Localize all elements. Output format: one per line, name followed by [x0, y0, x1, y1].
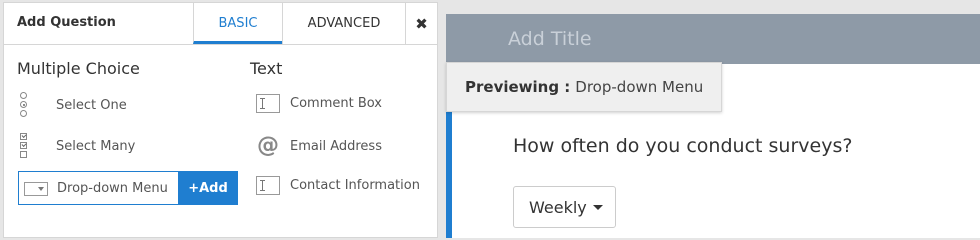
previewing-value: Drop-down Menu: [575, 78, 704, 96]
previewing-label: Previewing :: [465, 78, 571, 96]
option-label: Drop-down Menu: [57, 181, 168, 196]
caret-down-icon: [592, 204, 603, 210]
panel-header: Add Question BASIC ADVANCED ✖: [4, 3, 437, 45]
add-button[interactable]: +Add: [178, 171, 238, 205]
close-icon[interactable]: ✖: [405, 3, 437, 44]
option-dropdown-menu[interactable]: Drop-down Menu +Add: [18, 171, 238, 205]
answer-dropdown[interactable]: Weekly: [513, 186, 616, 228]
contact-icon: [256, 176, 280, 195]
survey-title-bar[interactable]: Add Title: [446, 14, 980, 64]
dropdown-selected-value: Weekly: [529, 197, 587, 217]
panel-title: Add Question: [17, 15, 116, 30]
text-heading: Text: [250, 59, 283, 78]
option-label: Select One: [56, 97, 127, 113]
previewing-badge: Previewing : Drop-down Menu: [446, 62, 722, 112]
survey-title-placeholder: Add Title: [508, 28, 592, 50]
tab-advanced[interactable]: ADVANCED: [282, 3, 405, 44]
tab-basic[interactable]: BASIC: [193, 3, 282, 44]
option-label: Select Many: [56, 138, 136, 154]
option-label: Comment Box: [290, 96, 382, 111]
at-icon: @: [257, 133, 279, 158]
dropdown-icon: [24, 182, 48, 196]
add-question-panel: Add Question BASIC ADVANCED ✖ Multiple C…: [3, 2, 438, 238]
option-select-many[interactable]: Select Many: [18, 133, 135, 159]
radio-icon: [18, 92, 30, 118]
option-label: Contact Information: [290, 178, 420, 193]
option-comment-box[interactable]: Comment Box: [256, 94, 382, 113]
question-text: How often do you conduct surveys?: [513, 135, 853, 157]
textbox-icon: [256, 94, 280, 113]
active-question-marker: [446, 112, 452, 238]
option-contact-information[interactable]: Contact Information: [256, 176, 420, 195]
option-email-address[interactable]: @ Email Address: [256, 135, 382, 157]
checkbox-icon: [18, 133, 30, 159]
multiple-choice-heading: Multiple Choice: [17, 59, 140, 78]
option-label: Email Address: [290, 138, 382, 154]
option-select-one[interactable]: Select One: [18, 92, 127, 118]
